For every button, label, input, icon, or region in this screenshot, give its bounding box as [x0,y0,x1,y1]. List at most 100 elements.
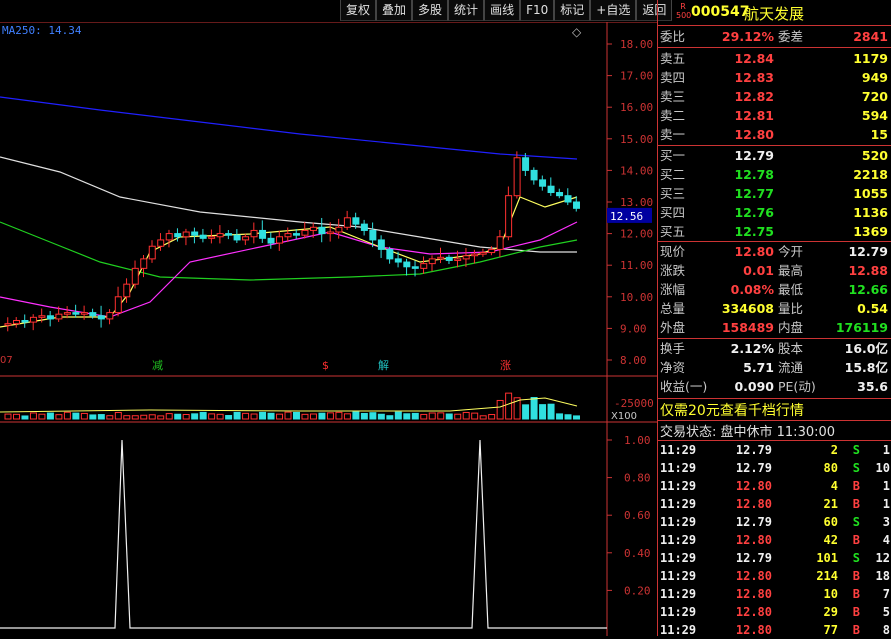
quote-label: 量比 [778,301,804,316]
tick-row: 11:29 12.80 10 B 7 [658,585,891,603]
bid-volume: 1369 [853,224,888,239]
candle [360,219,368,236]
quote-value: 158489 [721,320,774,335]
event-marker[interactable]: 涨 [500,359,511,372]
volume-bar [276,413,284,420]
fund-label: 换手 [660,341,686,356]
quote-row: 换手 2.12% 股本 16.0亿 [658,339,891,358]
candle [445,254,453,264]
bid-price: 12.75 [734,224,774,239]
toolbar-button-1[interactable]: 叠加 [376,0,413,21]
indicator-tick-label: 0.20 [624,584,651,597]
indicator-line [0,439,607,629]
tick-price: 12.80 [735,623,772,637]
divider [658,398,891,399]
ask-price: 12.81 [734,108,774,123]
candle [106,309,114,325]
quote-label: 内盘 [778,320,804,335]
volume-bar [318,412,326,420]
price-tick-label: 17.00 [620,70,653,83]
event-marker[interactable]: 解 [378,358,389,372]
tick-row: 11:29 12.79 2 S 1 [658,441,891,459]
candle [63,306,71,319]
tick-price: 12.80 [735,587,772,601]
price-axis: 18.00 17.00 16.00 15.00 14.00 13.00 12.00 11.00… [607,38,653,367]
ask-volume: 594 [861,108,888,123]
toolbar-button-5[interactable]: F10 [520,0,555,21]
bid-label: 买一 [660,148,686,163]
tick-time: 11:29 [660,461,697,475]
weibi-value: 29.12% [721,29,774,44]
ask-price: 12.80 [734,127,774,142]
kline-chart[interactable]: MA250: 14.34 ◇ 18.00 17.00 16.00 15.00 14.00… [0,22,657,636]
fund-label: 净资 [660,360,686,375]
candle [199,228,207,243]
tick-row: 11:29 12.80 4 B 1 [658,477,891,495]
bid-label: 买四 [660,205,686,220]
bid-label: 买五 [660,224,686,239]
volume-bar [301,413,309,420]
moving-average-lines [0,96,578,328]
quote-row: 卖四 12.83 949 [658,68,891,87]
bid-volume: 1055 [853,186,888,201]
candle [513,151,521,199]
tick-side: S [852,551,860,565]
volume-bar [420,413,428,420]
event-marker[interactable]: 减 [152,359,163,372]
volume-bar [114,411,122,420]
promo-link[interactable]: 仅需20元查看千档行情 [660,400,804,420]
volume-bar [335,411,343,420]
candle [437,247,445,264]
indicator-pane: 1.00 0.80 0.60 0.40 0.20 [0,434,651,629]
quote-row: 卖三 12.82 720 [658,87,891,106]
toolbar-button-2[interactable]: 多股 [412,0,449,21]
quote-label: 最低 [778,282,804,297]
quote-label: 外盘 [660,320,686,335]
quote-row: 买四 12.76 1136 [658,203,891,222]
quote-row: 买二 12.78 2218 [658,165,891,184]
divider [658,145,891,146]
candle [148,240,156,263]
candle [318,217,326,243]
volume-bar [394,411,402,420]
quote-row: 卖一 12.80 15 [658,125,891,144]
ask-volume: 720 [861,89,888,104]
quote-label: 今开 [778,244,804,259]
diamond-icon[interactable]: ◇ [572,25,582,39]
tick-count: 7 [882,587,890,601]
quote-row: 总量 334608 量比 0.54 [658,299,891,318]
volume-bar [454,413,462,420]
candle [539,175,547,191]
event-marker[interactable]: $ [322,359,329,372]
tick-row: 11:29 12.79 80 S 10 [658,459,891,477]
tick-time: 11:29 [660,479,697,493]
volume-bar [403,413,411,420]
volume-bar [148,414,156,420]
tick-row: 11:29 12.79 60 S 3 [658,513,891,531]
fund-label: 流通 [778,360,804,375]
fund-label: 收益(一) [660,379,708,394]
badge-top: R [680,2,686,11]
toolbar-button-7[interactable]: +自选 [590,0,637,21]
candle [377,235,385,258]
volume-bar [55,414,63,420]
tick-side: S [852,461,860,475]
tick-count: 10 [875,461,890,475]
tick-count: 12 [875,551,890,565]
toolbar-button-4[interactable]: 画线 [484,0,521,21]
volume-bar [97,414,105,420]
toolbar-button-6[interactable]: 标记 [554,0,591,21]
candlesticks [4,151,581,332]
volume-bar [29,412,37,420]
ask-price: 12.82 [734,89,774,104]
price-tick-label: 9.00 [620,322,647,335]
weici-value: 2841 [853,29,888,44]
quote-row: 现价 12.80 今开 12.79 [658,242,891,261]
ma10-line [0,196,578,328]
candle [276,230,284,251]
tick-price: 12.80 [735,605,772,619]
volume-bar [428,412,436,420]
toolbar-button-0[interactable]: 复权 [340,0,377,21]
toolbar-button-3[interactable]: 统计 [448,0,485,21]
candle [301,222,309,239]
